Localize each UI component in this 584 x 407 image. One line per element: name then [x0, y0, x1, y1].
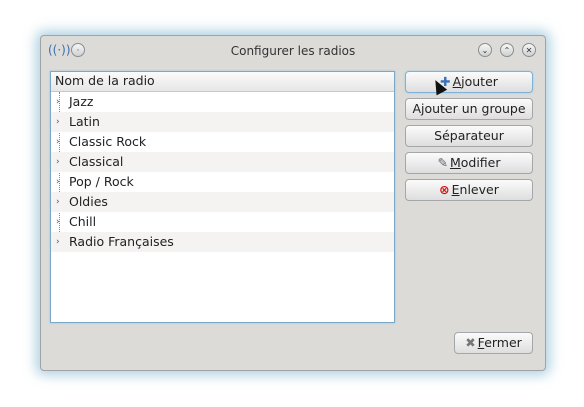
tree-row[interactable]: › Classic Rock: [51, 132, 394, 152]
tree-row[interactable]: › Pop / Rock: [51, 172, 394, 192]
close-icon: ✕: [525, 46, 533, 55]
close-window-button[interactable]: ✕: [522, 43, 536, 57]
tree-row-label: Radio Françaises: [69, 234, 174, 249]
expand-arrow-icon[interactable]: ›: [56, 192, 64, 212]
tree-row-label: Oldies: [69, 194, 108, 209]
radio-tree: › Jazz › Latin › Classic Rock › Classica…: [51, 92, 394, 252]
tree-row-label: Pop / Rock: [69, 174, 134, 189]
tree-row[interactable]: › Classical: [51, 152, 394, 172]
tree-row-label: Chill: [69, 214, 97, 229]
tree-row[interactable]: › Chill: [51, 212, 394, 232]
tree-row-label: Jazz: [69, 94, 94, 109]
expand-arrow-icon[interactable]: ›: [56, 232, 64, 252]
tree-row-label: Classic Rock: [69, 134, 147, 149]
tree-row[interactable]: › Latin: [51, 112, 394, 132]
column-header-radio-name[interactable]: Nom de la radio: [51, 72, 394, 92]
tree-row[interactable]: › Jazz: [51, 92, 394, 112]
separator-button[interactable]: Séparateur: [405, 125, 533, 147]
window-title: Configurer les radios: [230, 44, 356, 58]
expand-arrow-icon[interactable]: ›: [56, 92, 64, 112]
close-button[interactable]: ✖ Fermer: [454, 332, 533, 354]
maximize-button[interactable]: ⌃: [500, 43, 514, 57]
tree-row[interactable]: › Oldies: [51, 192, 394, 212]
modify-button[interactable]: ✎ Modifier: [405, 152, 533, 174]
expand-arrow-icon[interactable]: ›: [56, 132, 64, 152]
remove-circle-icon: ⊗: [439, 182, 450, 197]
tree-row[interactable]: › Radio Françaises: [51, 232, 394, 252]
remove-button[interactable]: ⊗ Enlever: [405, 179, 533, 201]
radio-list[interactable]: Nom de la radio › Jazz › Latin › Classic…: [50, 71, 395, 323]
tree-row-label: Classical: [69, 154, 124, 169]
configure-radios-dialog: ((·)) · Configurer les radios ⌄ ⌃ ✕ Nom …: [40, 35, 546, 371]
add-group-button[interactable]: Ajouter un groupe: [405, 98, 533, 120]
chevron-up-icon: ⌃: [503, 46, 511, 55]
chevron-down-icon: ⌄: [481, 46, 489, 55]
expand-arrow-icon[interactable]: ›: [56, 152, 64, 172]
close-x-icon: ✖: [465, 335, 476, 350]
expand-arrow-icon[interactable]: ›: [56, 112, 64, 132]
expand-arrow-icon[interactable]: ›: [56, 172, 64, 192]
tree-row-label: Latin: [69, 114, 100, 129]
add-button[interactable]: ✚ Ajouter: [405, 71, 533, 93]
expand-arrow-icon[interactable]: ›: [56, 212, 64, 232]
edit-document-icon: ✎: [437, 155, 448, 170]
minimize-button[interactable]: ⌄: [478, 43, 492, 57]
title-bar: ((·)) · Configurer les radios ⌄ ⌃ ✕: [41, 36, 545, 66]
